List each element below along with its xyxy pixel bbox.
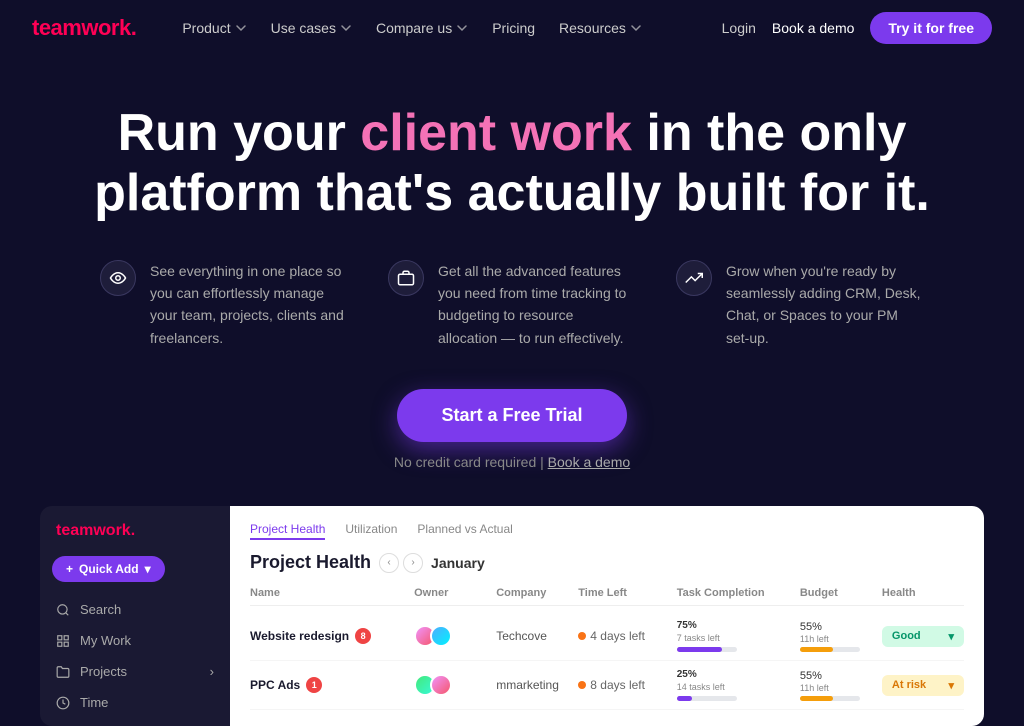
row-badge-1: 8	[355, 628, 371, 644]
nav-compare[interactable]: Compare us	[366, 14, 478, 42]
nav-links: Product Use cases Compare us Pricing Res…	[172, 14, 721, 42]
nav-pricing[interactable]: Pricing	[482, 14, 545, 42]
table-row: Website redesign 8 Techcove 4 days left …	[250, 612, 964, 661]
page-title: Project Health	[250, 552, 371, 573]
budget-1: 55% 11h left	[800, 621, 882, 652]
cta-subtext: No credit card required | Book a demo	[394, 454, 630, 470]
hero-section: Run your client work in the only platfor…	[0, 56, 1024, 506]
sidebar-item-time[interactable]: Time	[40, 687, 230, 718]
sidebar-logo: teamwork.	[40, 522, 230, 556]
brand-logo[interactable]: teamwork.	[32, 15, 136, 41]
briefcase-icon	[388, 260, 424, 296]
eye-icon	[100, 260, 136, 296]
next-month-button[interactable]: ›	[403, 553, 423, 573]
nav-product[interactable]: Product	[172, 14, 256, 42]
hero-headline: Run your client work in the only platfor…	[80, 104, 944, 224]
tab-planned-actual[interactable]: Planned vs Actual	[417, 522, 512, 540]
task-completion-2: 25% 14 tasks left	[677, 669, 800, 701]
nav-right: Login Book a demo Try it for free	[722, 12, 992, 44]
project-tabs: Project Health Utilization Planned vs Ac…	[250, 522, 964, 540]
features-list: See everything in one place so you can e…	[80, 260, 944, 350]
sidebar-item-projects[interactable]: Projects ›	[40, 656, 230, 687]
sidebar-item-mywork[interactable]: My Work	[40, 625, 230, 656]
feature-2: Get all the advanced features you need f…	[388, 260, 636, 350]
feature-1: See everything in one place so you can e…	[100, 260, 348, 350]
time-left-1: 4 days left	[578, 629, 676, 643]
time-left-2: 8 days left	[578, 678, 676, 692]
sidebar-item-search[interactable]: Search	[40, 594, 230, 625]
navbar: teamwork. Product Use cases Compare us P…	[0, 0, 1024, 56]
book-demo-button[interactable]: Book a demo	[772, 20, 855, 36]
month-label: January	[431, 555, 485, 571]
book-demo-link[interactable]: Book a demo	[548, 454, 631, 470]
owner-avatars-1	[414, 625, 496, 647]
prev-month-button[interactable]: ‹	[379, 553, 399, 573]
table-row: PPC Ads 1 mmarketing 8 days left 25% 14 …	[250, 661, 964, 710]
avatar	[430, 625, 452, 647]
owner-avatars-2	[414, 674, 496, 696]
nav-resources[interactable]: Resources	[549, 14, 652, 42]
row-name-2: PPC Ads 1	[250, 677, 414, 693]
sidebar-item-inbox[interactable]: Inbox 9	[40, 718, 230, 726]
tab-utilization[interactable]: Utilization	[345, 522, 397, 540]
feature-3: Grow when you're ready by seamlessly add…	[676, 260, 924, 350]
sidebar: teamwork. + Quick Add ▾ Search My Work P…	[40, 506, 230, 726]
health-badge-2[interactable]: At risk ▾	[882, 675, 964, 696]
project-header: Project Health ‹ › January	[250, 552, 964, 573]
health-badge-1[interactable]: Good ▾	[882, 626, 964, 647]
budget-2: 55% 11h left	[800, 670, 882, 701]
avatar	[430, 674, 452, 696]
logo-dot: .	[131, 15, 137, 40]
cta-section: Start a Free Trial No credit card requir…	[80, 389, 944, 470]
row-badge-2: 1	[306, 677, 322, 693]
sidebar-menu: Search My Work Projects › Time Inbox 9	[40, 594, 230, 726]
try-free-button[interactable]: Try it for free	[870, 12, 992, 44]
login-button[interactable]: Login	[722, 20, 756, 36]
main-content: Project Health Utilization Planned vs Ac…	[230, 506, 984, 726]
table-header: Name Owner Company Time Left Task Comple…	[250, 587, 964, 606]
task-completion-1: 75% 7 tasks left	[677, 620, 800, 652]
dashboard-preview: teamwork. + Quick Add ▾ Search My Work P…	[0, 506, 1024, 726]
trending-up-icon	[676, 260, 712, 296]
row-name-1: Website redesign 8	[250, 628, 414, 644]
tab-project-health[interactable]: Project Health	[250, 522, 325, 540]
start-trial-button[interactable]: Start a Free Trial	[397, 389, 626, 442]
logo-text: teamwork	[32, 15, 131, 40]
quick-add-button[interactable]: + Quick Add ▾	[52, 556, 165, 582]
nav-use-cases[interactable]: Use cases	[261, 14, 362, 42]
